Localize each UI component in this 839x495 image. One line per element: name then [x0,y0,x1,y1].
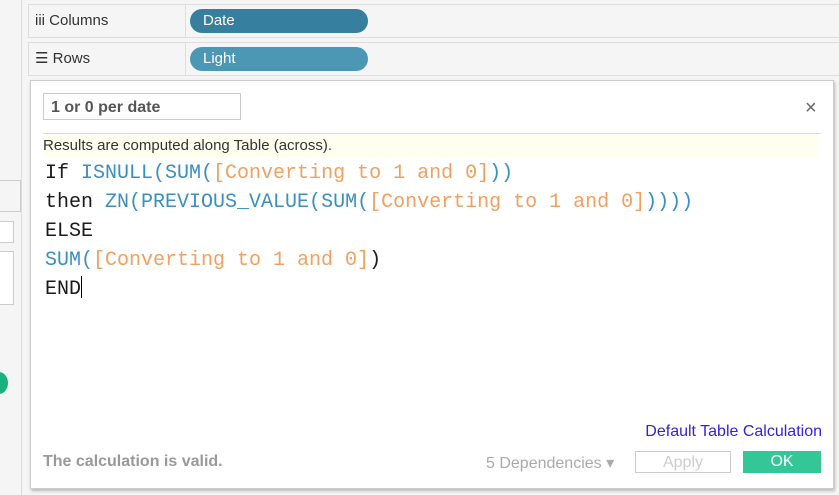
function: PREVIOUS_VALUE( [141,191,322,214]
default-table-calculation-link[interactable]: Default Table Calculation [645,423,822,441]
paren: )))) [645,191,694,214]
validation-status: The calculation is valid. [43,453,223,470]
function: ISNULL( [81,162,166,185]
light-pill[interactable]: Light [190,47,368,71]
function: ZN( [105,191,142,214]
rows-label-text: Rows [52,50,91,67]
formula-editor[interactable]: If ISNULL(SUM([Converting to 1 and 0])) t… [45,159,693,304]
dependencies-dropdown[interactable]: 5 Dependencies ▾ [486,453,614,473]
code-line-1: If ISNULL(SUM([Converting to 1 and 0])) [45,159,693,188]
paren: ) [369,249,382,272]
columns-icon: iii [35,12,45,29]
divider [43,133,821,134]
panel-dropdown[interactable] [0,180,21,212]
keyword: END [45,278,82,301]
left-panel [0,0,22,495]
close-icon[interactable]: × [805,97,817,120]
rows-icon: ☰ [35,50,49,67]
rows-shelf: ☰ Rows Light [28,42,839,76]
function: SUM( [321,191,370,214]
text-caret [81,276,83,298]
code-line-3: ELSE [45,220,94,243]
columns-label-text: Columns [49,12,109,29]
columns-label: iii Columns [29,5,186,37]
calc-name-input[interactable]: 1 or 0 per date [43,93,241,120]
code-line-4: SUM([Converting to 1 and 0]) [45,246,693,275]
paren: )) [489,162,514,185]
rows-label: ☰ Rows [29,43,186,75]
keyword: If [45,162,82,185]
columns-shelf: iii Columns Date [28,4,839,38]
code-line-5: END [45,275,693,304]
field-ref: [Converting to 1 and 0] [213,162,490,185]
ok-button[interactable]: OK [743,451,821,473]
function: SUM( [165,162,214,185]
table-calc-info: Results are computed along Table (across… [43,135,817,157]
apply-button[interactable]: Apply [635,451,731,473]
function: SUM( [45,249,94,272]
field-ref: [Converting to 1 and 0] [93,249,370,272]
panel-select[interactable] [0,221,14,243]
date-pill[interactable]: Date [190,9,368,33]
field-ref: [Converting to 1 and 0] [369,191,646,214]
panel-box [0,251,14,305]
green-indicator[interactable] [0,372,8,394]
code-line-2: then ZN(PREVIOUS_VALUE(SUM([Converting t… [45,188,693,217]
keyword: then [45,191,106,214]
calculation-editor-dialog: 1 or 0 per date × Results are computed a… [30,80,834,489]
